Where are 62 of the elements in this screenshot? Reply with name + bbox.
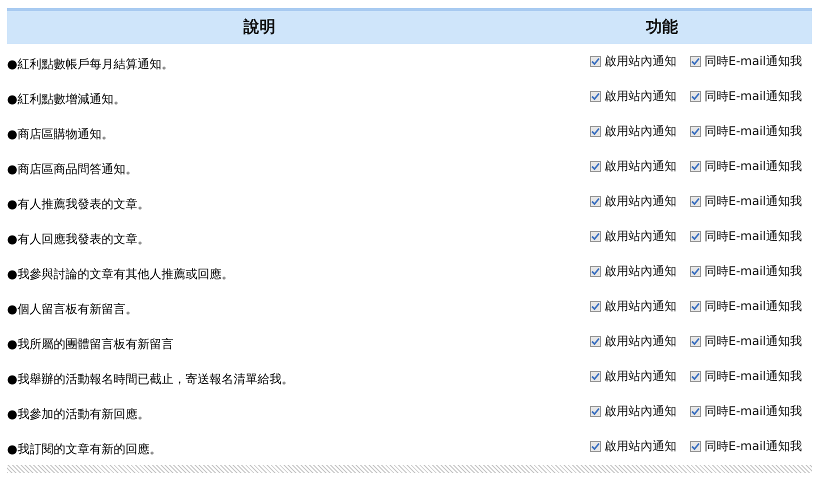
- notification-description: ●紅利點數增減通知。: [7, 91, 126, 108]
- option-checkbox[interactable]: 啟用站內通知: [590, 53, 676, 70]
- notification-description: ●有人推薦我發表的文章。: [7, 196, 150, 213]
- option-checkbox[interactable]: 啟用站內通知: [590, 263, 676, 280]
- option-checkbox[interactable]: 啟用站內通知: [590, 438, 676, 455]
- checkbox[interactable]: [690, 56, 702, 67]
- option-checkbox[interactable]: 同時E-mail通知我: [690, 158, 802, 175]
- checkbox[interactable]: [590, 406, 602, 417]
- checkbox[interactable]: [690, 371, 702, 382]
- option-checkbox[interactable]: 同時E-mail通知我: [690, 438, 802, 455]
- checkbox[interactable]: [590, 126, 602, 137]
- checkbox[interactable]: [690, 231, 702, 242]
- option-checkbox[interactable]: 同時E-mail通知我: [690, 368, 802, 385]
- notification-description: ●我參與討論的文章有其他人推薦或回應。: [7, 266, 234, 283]
- option-checkbox[interactable]: 同時E-mail通知我: [690, 403, 802, 420]
- option-checkbox[interactable]: 啟用站內通知: [590, 403, 676, 420]
- option-checkbox[interactable]: 啟用站內通知: [590, 368, 676, 385]
- notification-description: ●我訂閱的文章有新的回應。: [7, 441, 162, 458]
- option-checkbox[interactable]: 同時E-mail通知我: [690, 263, 802, 280]
- checkbox[interactable]: [690, 196, 702, 207]
- notification-description: ●我舉辦的活動報名時間已截止，寄送報名清單給我。: [7, 371, 294, 388]
- checkbox[interactable]: [690, 91, 702, 102]
- option-checkbox[interactable]: 同時E-mail通知我: [690, 333, 802, 350]
- notification-description: ●個人留言板有新留言。: [7, 301, 138, 318]
- checkbox[interactable]: [690, 301, 702, 312]
- checkbox[interactable]: [590, 441, 602, 452]
- checkbox[interactable]: [690, 126, 702, 137]
- option-checkbox[interactable]: 啟用站內通知: [590, 333, 676, 350]
- checkbox[interactable]: [590, 371, 602, 382]
- checkbox[interactable]: [690, 336, 702, 347]
- option-checkbox[interactable]: 啟用站內通知: [590, 158, 676, 175]
- option-checkbox[interactable]: 同時E-mail通知我: [690, 53, 802, 70]
- option-checkbox[interactable]: 同時E-mail通知我: [690, 123, 802, 140]
- notification-description: ●我參加的活動有新回應。: [7, 406, 150, 423]
- checkbox[interactable]: [590, 301, 602, 312]
- option-checkbox[interactable]: 同時E-mail通知我: [690, 298, 802, 315]
- notification-description: ●紅利點數帳戶每月結算通知。: [7, 56, 174, 73]
- notification-description: ●有人回應我發表的文章。: [7, 231, 150, 248]
- option-checkbox[interactable]: 同時E-mail通知我: [690, 193, 802, 210]
- column-header: 說明: [242, 17, 276, 38]
- option-checkbox[interactable]: 啟用站內通知: [590, 298, 676, 315]
- checkbox[interactable]: [690, 266, 702, 277]
- checkbox[interactable]: [590, 231, 602, 242]
- checkbox[interactable]: [690, 406, 702, 417]
- checkbox[interactable]: [590, 56, 602, 67]
- checkbox[interactable]: [590, 336, 602, 347]
- option-checkbox[interactable]: 啟用站內通知: [590, 228, 676, 245]
- option-checkbox[interactable]: 啟用站內通知: [590, 193, 676, 210]
- checkbox[interactable]: [690, 161, 702, 172]
- checkbox[interactable]: [590, 266, 602, 277]
- option-checkbox[interactable]: 同時E-mail通知我: [690, 228, 802, 245]
- column-header: 功能: [644, 17, 679, 38]
- option-checkbox[interactable]: 啟用站內通知: [590, 88, 676, 105]
- notification-description: ●我所屬的團體留言板有新留言: [7, 336, 174, 353]
- checkbox[interactable]: [590, 196, 602, 207]
- checkbox[interactable]: [690, 441, 702, 452]
- notification-description: ●商店區購物通知。: [7, 126, 114, 143]
- notification-description: ●商店區商品問答通知。: [7, 161, 138, 178]
- checkbox[interactable]: [590, 91, 602, 102]
- option-checkbox[interactable]: 啟用站內通知: [590, 123, 676, 140]
- option-checkbox[interactable]: 同時E-mail通知我: [690, 88, 802, 105]
- checkbox[interactable]: [590, 161, 602, 172]
